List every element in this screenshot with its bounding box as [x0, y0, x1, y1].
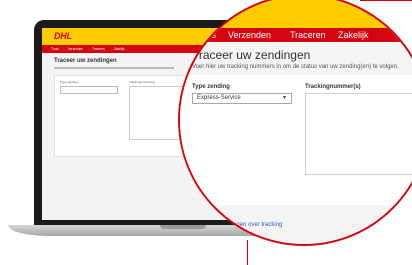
- tracking-numbers-input[interactable]: [305, 93, 412, 175]
- mini-intro-line: [54, 67, 174, 69]
- mini-page-title: Traceer uw zendingen: [54, 58, 117, 64]
- mini-dhl-logo: DHL: [54, 31, 72, 41]
- mini-track-label: Trackingnummer(s): [129, 80, 155, 84]
- type-select[interactable]: Express-Service ▼: [192, 93, 292, 104]
- faq-link[interactable]: Veelgestelde vragen over tracking: [192, 222, 282, 228]
- magnifier-circle: Thuis Verzenden Traceren Zakelijk Tracee…: [178, 0, 412, 246]
- tracking-label: Trackingnummer(s): [305, 84, 361, 90]
- mini-type-select[interactable]: [60, 86, 118, 94]
- chevron-down-icon: ▼: [282, 95, 287, 101]
- zoom-nav: Thuis Verzenden Traceren Zakelijk: [180, 28, 412, 42]
- intro-text: Voer hier uw tracking nummers in om de s…: [192, 64, 399, 70]
- mini-nav-item[interactable]: Verzenden: [65, 45, 86, 53]
- type-select-value: Express-Service: [197, 95, 241, 101]
- mini-nav-item[interactable]: Zakelijk: [111, 45, 128, 53]
- zoom-content: Traceer uw zendingen Voer hier uw tracki…: [180, 42, 412, 244]
- mini-nav-item[interactable]: Thuis: [48, 45, 62, 53]
- type-label: Type zending: [192, 84, 230, 90]
- mini-type-label: Type zending: [60, 80, 78, 84]
- zoom-nav-item-verzenden[interactable]: Verzenden: [228, 28, 271, 42]
- zoom-nav-item-thuis[interactable]: Thuis: [194, 28, 216, 42]
- mini-nav-item[interactable]: Traceren: [89, 45, 108, 53]
- page-title: Traceer uw zendingen: [192, 48, 311, 62]
- zoom-nav-item-zakelijk[interactable]: Zakelijk: [338, 28, 369, 42]
- callout-line-top: [360, 0, 412, 1]
- zoom-header: [180, 0, 412, 28]
- zoom-nav-item-traceren[interactable]: Traceren: [290, 28, 326, 42]
- tracking-form-panel: Type zending Express-Service ▼ Trackingn…: [180, 75, 412, 205]
- callout-line: [247, 240, 248, 265]
